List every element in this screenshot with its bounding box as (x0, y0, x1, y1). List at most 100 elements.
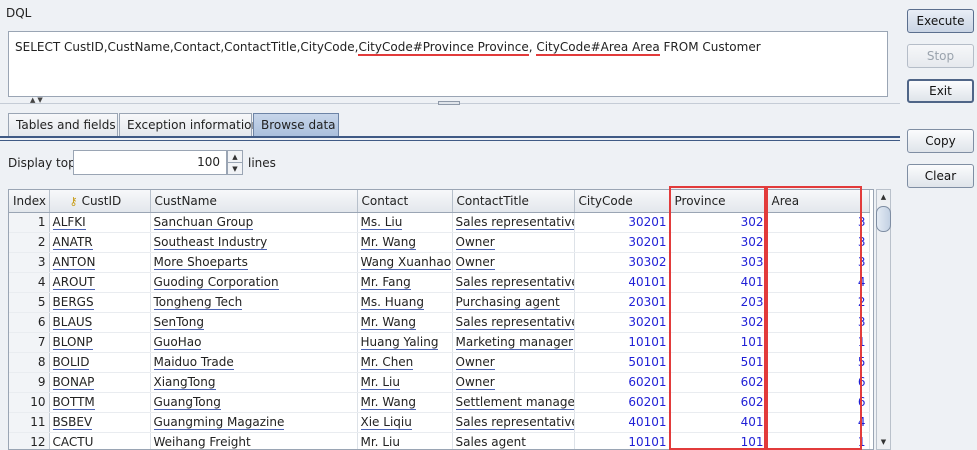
column-header-province[interactable]: Province (670, 190, 768, 213)
cell-custid[interactable]: ALFKI (49, 212, 151, 233)
table-row[interactable]: 10 BOTTM GuangTong Mr. Wang Settlement manag… (9, 392, 870, 413)
stop-button[interactable]: Stop (907, 44, 974, 68)
cell-custname[interactable]: XiangTong (150, 372, 358, 393)
cell-custname[interactable]: Guangming Magazine (150, 412, 358, 433)
cell-contact[interactable]: Mr. Wang (357, 392, 453, 413)
cell-contacttitle[interactable]: Sales representative (452, 212, 575, 233)
cell-province[interactable]: 401 (670, 272, 768, 293)
cell-contacttitle[interactable]: Owner (452, 232, 575, 253)
display-top-spinner[interactable]: ▲ ▼ (227, 150, 243, 175)
cell-contacttitle[interactable]: Marketing manager (452, 332, 575, 353)
column-header-custid[interactable]: ⚷ CustID (49, 190, 151, 213)
cell-contacttitle[interactable]: Sales representative (452, 272, 575, 293)
splitter-arrows-icon[interactable]: ▲▼ (30, 96, 45, 104)
table-row[interactable]: 8 BOLID Maiduo Trade Mr. Chen Owner 50101 501 5 (9, 352, 870, 373)
tab-browse-data[interactable]: Browse data (253, 113, 339, 137)
cell-custname[interactable]: SenTong (150, 312, 358, 333)
cell-contact[interactable]: Xie Liqiu (357, 412, 453, 433)
table-row[interactable]: 11 BSBEV Guangming Magazine Xie Liqiu Sales … (9, 412, 870, 433)
cell-area[interactable]: 4 (767, 412, 870, 433)
cell-area[interactable]: 3 (767, 212, 870, 233)
cell-contact[interactable]: Mr. Wang (357, 232, 453, 253)
cell-custname[interactable]: Maiduo Trade (150, 352, 358, 373)
cell-custid[interactable]: BERGS (49, 292, 151, 313)
cell-citycode[interactable]: 30201 (574, 232, 671, 253)
cell-contact[interactable]: Wang Xuanhao (357, 252, 453, 273)
cell-index[interactable]: 6 (9, 312, 50, 333)
cell-contacttitle[interactable]: Owner (452, 252, 575, 273)
cell-index[interactable]: 9 (9, 372, 50, 393)
table-row[interactable]: 3 ANTON More Shoeparts Wang Xuanhao Owner 303… (9, 252, 870, 273)
clear-button[interactable]: Clear (907, 164, 974, 188)
cell-area[interactable]: 6 (767, 372, 870, 393)
cell-citycode[interactable]: 30302 (574, 252, 671, 273)
cell-index[interactable]: 5 (9, 292, 50, 313)
table-row[interactable]: 6 BLAUS SenTong Mr. Wang Sales representativ… (9, 312, 870, 333)
table-row[interactable]: 12 CACTU Weihang Freight Mr. Liu Sales agent… (9, 432, 870, 449)
cell-index[interactable]: 8 (9, 352, 50, 373)
execute-button[interactable]: Execute (907, 9, 974, 33)
cell-area[interactable]: 5 (767, 352, 870, 373)
cell-citycode[interactable]: 40101 (574, 412, 671, 433)
tab-tables-and-fields[interactable]: Tables and fields (8, 113, 118, 137)
scrollbar-thumb[interactable] (876, 206, 891, 232)
cell-index[interactable]: 1 (9, 212, 50, 233)
cell-custname[interactable]: GuoHao (150, 332, 358, 353)
cell-contact[interactable]: Ms. Liu (357, 212, 453, 233)
column-header-citycode[interactable]: CityCode (574, 190, 671, 213)
cell-custname[interactable]: Weihang Freight (150, 432, 358, 449)
copy-button[interactable]: Copy (907, 129, 974, 153)
cell-index[interactable]: 10 (9, 392, 50, 413)
cell-contacttitle[interactable]: Sales representative (452, 412, 575, 433)
cell-custname[interactable]: More Shoeparts (150, 252, 358, 273)
cell-area[interactable]: 1 (767, 332, 870, 353)
cell-contacttitle[interactable]: Purchasing agent (452, 292, 575, 313)
cell-citycode[interactable]: 10101 (574, 432, 671, 449)
table-row[interactable]: 5 BERGS Tongheng Tech Ms. Huang Purchasing a… (9, 292, 870, 313)
cell-citycode[interactable]: 50101 (574, 352, 671, 373)
cell-index[interactable]: 12 (9, 432, 50, 449)
table-row[interactable]: 4 AROUT Guoding Corporation Mr. Fang Sales r… (9, 272, 870, 293)
cell-contacttitle[interactable]: Sales agent (452, 432, 575, 449)
cell-custid[interactable]: ANTON (49, 252, 151, 273)
exit-button[interactable]: Exit (907, 79, 974, 103)
cell-area[interactable]: 1 (767, 432, 870, 449)
cell-contact[interactable]: Mr. Liu (357, 432, 453, 449)
data-grid[interactable]: Index ⚷ CustID CustName Contact ContactTi… (8, 189, 874, 450)
cell-province[interactable]: 101 (670, 432, 768, 449)
cell-contact[interactable]: Ms. Huang (357, 292, 453, 313)
cell-province[interactable]: 602 (670, 372, 768, 393)
arrow-down-icon[interactable]: ▼ (877, 435, 890, 449)
cell-area[interactable]: 3 (767, 232, 870, 253)
cell-province[interactable]: 302 (670, 232, 768, 253)
cell-custid[interactable]: BLONP (49, 332, 151, 353)
cell-citycode[interactable]: 10101 (574, 332, 671, 353)
cell-index[interactable]: 7 (9, 332, 50, 353)
column-header-contacttitle[interactable]: ContactTitle (452, 190, 575, 213)
table-row[interactable]: 9 BONAP XiangTong Mr. Liu Owner 60201 602 6 (9, 372, 870, 393)
cell-contact[interactable]: Mr. Fang (357, 272, 453, 293)
cell-province[interactable]: 303 (670, 252, 768, 273)
cell-citycode[interactable]: 40101 (574, 272, 671, 293)
cell-province[interactable]: 501 (670, 352, 768, 373)
column-header-area[interactable]: Area (767, 190, 870, 213)
cell-citycode[interactable]: 30201 (574, 312, 671, 333)
cell-custname[interactable]: Sanchuan Group (150, 212, 358, 233)
cell-custid[interactable]: CACTU (49, 432, 151, 449)
cell-index[interactable]: 2 (9, 232, 50, 253)
arrow-down-icon[interactable]: ▼ (228, 163, 242, 175)
cell-custname[interactable]: Southeast Industry (150, 232, 358, 253)
tab-exception-information[interactable]: Exception information (119, 113, 259, 137)
cell-contacttitle[interactable]: Sales representative (452, 312, 575, 333)
cell-province[interactable]: 203 (670, 292, 768, 313)
cell-area[interactable]: 6 (767, 392, 870, 413)
cell-custname[interactable]: GuangTong (150, 392, 358, 413)
cell-custid[interactable]: BLAUS (49, 312, 151, 333)
cell-province[interactable]: 302 (670, 212, 768, 233)
cell-province[interactable]: 302 (670, 312, 768, 333)
column-header-custname[interactable]: CustName (150, 190, 358, 213)
cell-area[interactable]: 3 (767, 252, 870, 273)
cell-province[interactable]: 101 (670, 332, 768, 353)
cell-custid[interactable]: ANATR (49, 232, 151, 253)
splitter[interactable]: ▲▼ (0, 96, 900, 106)
